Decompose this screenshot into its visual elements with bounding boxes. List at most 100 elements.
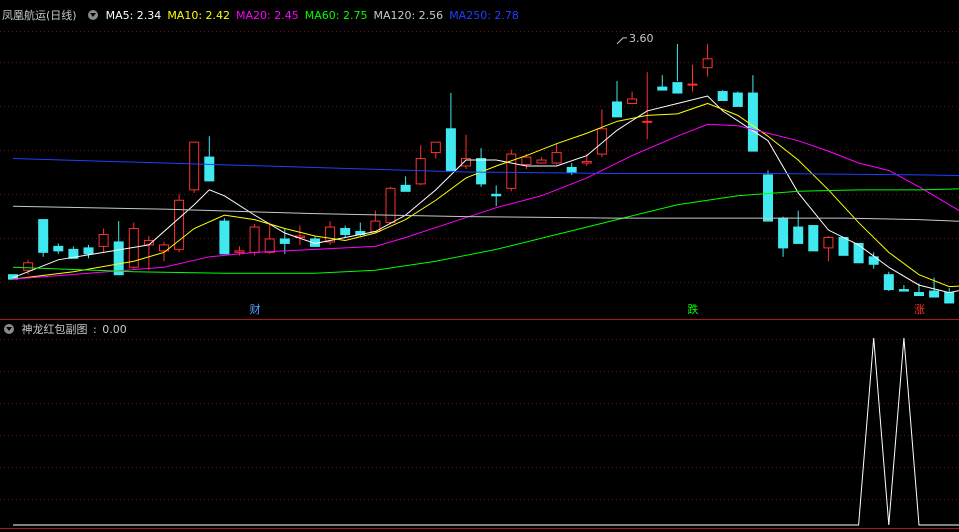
candle-body xyxy=(53,245,64,252)
candlestick-series[interactable] xyxy=(8,43,959,306)
candle-body xyxy=(747,92,758,152)
candle-body xyxy=(536,159,547,164)
moving-average-lines xyxy=(12,95,959,294)
ma-line-ma20 xyxy=(12,123,959,280)
candle[interactable] xyxy=(778,216,789,257)
candle[interactable] xyxy=(506,149,517,192)
candle[interactable] xyxy=(143,235,154,271)
candle-body xyxy=(838,236,849,256)
candle[interactable] xyxy=(793,210,804,244)
candle-body xyxy=(581,161,592,164)
candle-body xyxy=(808,225,819,252)
sub-chart-header: 神龙红包副图 : 0.00 xyxy=(2,321,133,337)
candle-body xyxy=(38,219,49,253)
candle[interactable] xyxy=(491,185,502,207)
candle[interactable] xyxy=(657,75,668,91)
candle[interactable] xyxy=(98,228,109,253)
candle[interactable] xyxy=(702,43,713,77)
candle[interactable] xyxy=(219,218,230,255)
event-marker[interactable]: 跌 xyxy=(686,303,701,317)
candle-body xyxy=(279,238,290,244)
candle[interactable] xyxy=(823,235,834,262)
candle[interactable] xyxy=(159,241,169,262)
candle[interactable] xyxy=(551,143,562,165)
candle-body xyxy=(823,236,834,249)
candle[interactable] xyxy=(430,141,441,159)
sub-grid xyxy=(0,339,959,500)
candle-body xyxy=(445,128,456,171)
candle[interactable] xyxy=(340,225,351,238)
candle-body xyxy=(234,250,245,253)
candle[interactable] xyxy=(627,91,638,104)
ma-indicator-ma10: MA10: 2.42 xyxy=(167,9,231,22)
candle-body xyxy=(174,199,185,250)
candle[interactable] xyxy=(596,109,607,158)
candle[interactable] xyxy=(204,136,215,182)
candle[interactable] xyxy=(898,285,909,292)
candle[interactable] xyxy=(294,225,305,245)
ma-indicator-ma250: MA250: 2.78 xyxy=(449,9,519,22)
candle[interactable] xyxy=(476,148,487,187)
event-marker[interactable]: 财 xyxy=(248,303,263,317)
candle-body xyxy=(642,120,653,123)
candle[interactable] xyxy=(249,224,260,256)
candle-body xyxy=(566,166,577,173)
candle-body xyxy=(385,187,396,224)
candle-body xyxy=(687,83,698,86)
candle-body xyxy=(596,128,607,155)
candle-body xyxy=(204,156,215,182)
candle-body xyxy=(672,82,683,94)
ma-indicator-list: MA5: 2.34 MA10: 2.42 MA20: 2.45 MA60: 2.75 M… xyxy=(106,9,525,22)
candle-body xyxy=(914,292,924,297)
candle[interactable] xyxy=(53,243,64,254)
candle-body xyxy=(98,233,109,247)
candle[interactable] xyxy=(883,271,894,292)
candle-body xyxy=(219,220,230,255)
sub-indicator-value: 0.00 xyxy=(102,323,127,336)
candle-body xyxy=(778,217,789,249)
candle[interactable] xyxy=(763,170,773,222)
candle-body xyxy=(415,158,426,185)
max-price-annotation: 3.60 xyxy=(616,32,654,45)
dropdown-circle-icon[interactable] xyxy=(88,10,99,20)
ma-indicator-ma20: MA20: 2.45 xyxy=(236,9,299,22)
candle[interactable] xyxy=(174,194,185,253)
candle-body xyxy=(612,101,622,118)
candle[interactable] xyxy=(612,81,622,118)
candle[interactable] xyxy=(747,75,758,152)
max-price-label: 3.60 xyxy=(629,32,654,45)
candle[interactable] xyxy=(732,91,743,107)
candle[interactable] xyxy=(310,235,320,247)
candle-body xyxy=(657,86,668,91)
candle-body xyxy=(898,289,909,292)
stock-title: 凤凰航运(日线) xyxy=(2,9,77,22)
candle[interactable] xyxy=(415,145,426,186)
candle[interactable] xyxy=(83,244,94,259)
candle[interactable] xyxy=(808,225,819,252)
candle[interactable] xyxy=(536,157,547,164)
chart-canvas: 3.60 xyxy=(0,31,959,529)
candle[interactable] xyxy=(853,242,864,264)
event-marker[interactable]: 涨 xyxy=(912,303,927,317)
ma-indicator-ma120: MA120: 2.56 xyxy=(373,9,444,22)
candle-body xyxy=(521,156,532,166)
candle-body xyxy=(732,92,743,107)
candle[interactable] xyxy=(385,186,396,225)
candle[interactable] xyxy=(642,72,653,140)
candle[interactable] xyxy=(838,236,849,256)
candle[interactable] xyxy=(687,64,698,92)
candle[interactable] xyxy=(38,219,49,257)
candle[interactable] xyxy=(672,43,683,94)
candle[interactable] xyxy=(113,221,124,276)
candle[interactable] xyxy=(279,228,290,254)
candle[interactable] xyxy=(189,141,200,193)
candle[interactable] xyxy=(944,288,955,304)
sub-indicator-line xyxy=(13,337,959,526)
candle-body xyxy=(430,141,441,154)
candle[interactable] xyxy=(868,252,879,269)
dropdown-circle-icon[interactable] xyxy=(4,324,14,334)
candle[interactable] xyxy=(717,90,728,101)
candle[interactable] xyxy=(445,93,456,171)
candle[interactable] xyxy=(400,176,411,192)
candle-body xyxy=(264,238,275,253)
